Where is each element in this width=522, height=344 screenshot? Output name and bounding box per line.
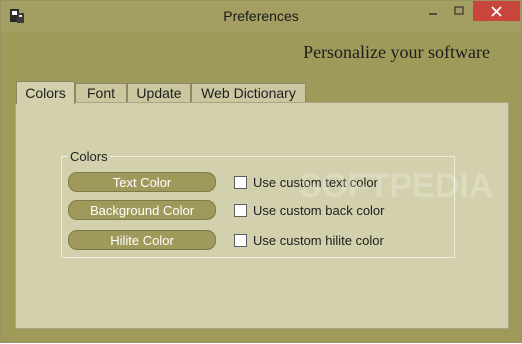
close-icon: [491, 5, 502, 17]
client-area: Personalize your software Colors Font Up…: [9, 32, 512, 334]
checkbox-label: Use custom hilite color: [253, 232, 384, 248]
hilite-color-button[interactable]: Hilite Color: [68, 230, 216, 250]
preferences-window: Preferences Personalize your software Co…: [0, 0, 522, 343]
tab-colors[interactable]: Colors: [16, 81, 75, 104]
checkbox-label: Use custom text color: [253, 174, 378, 190]
minimize-icon: [429, 13, 437, 15]
close-button[interactable]: [473, 1, 520, 21]
background-color-button[interactable]: Background Color: [68, 200, 216, 220]
tab-web-dictionary[interactable]: Web Dictionary: [191, 83, 306, 102]
tab-update[interactable]: Update: [127, 83, 191, 102]
custom-back-color-checkbox[interactable]: Use custom back color: [234, 202, 385, 218]
checkbox-box[interactable]: [234, 203, 247, 217]
tab-font[interactable]: Font: [75, 83, 127, 102]
text-color-button[interactable]: Text Color: [68, 172, 216, 192]
custom-text-color-checkbox[interactable]: Use custom text color: [234, 174, 378, 190]
minimize-button[interactable]: [421, 1, 445, 21]
group-label: Colors: [68, 149, 110, 164]
title-bar[interactable]: Preferences: [1, 1, 521, 32]
checkbox-box[interactable]: [234, 233, 247, 247]
custom-hilite-color-checkbox[interactable]: Use custom hilite color: [234, 232, 384, 248]
checkbox-label: Use custom back color: [253, 202, 385, 218]
colors-group: Colors Text Color Background Color Hilit…: [61, 149, 455, 258]
checkbox-box[interactable]: [234, 175, 247, 189]
headline: Personalize your software: [303, 42, 490, 62]
colors-tab-panel: Colors Text Color Background Color Hilit…: [15, 102, 509, 329]
maximize-button[interactable]: [447, 1, 471, 21]
maximize-icon: [454, 6, 464, 15]
